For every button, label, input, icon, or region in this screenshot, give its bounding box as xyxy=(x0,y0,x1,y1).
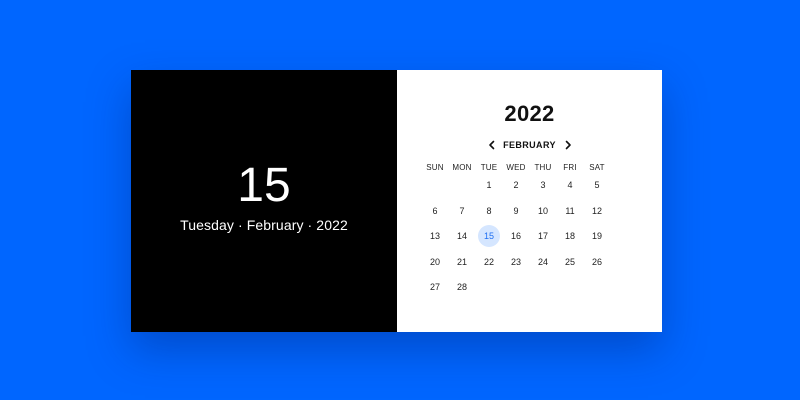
calendar-day[interactable]: 25 xyxy=(559,251,581,273)
calendar-day[interactable]: 8 xyxy=(478,200,500,222)
calendar-day[interactable]: 14 xyxy=(451,225,473,247)
calendar-day[interactable]: 28 xyxy=(451,276,473,298)
weekday-thu: THU xyxy=(534,163,552,172)
calendar-day[interactable]: 9 xyxy=(505,200,527,222)
calendar-day[interactable]: 26 xyxy=(586,251,608,273)
weekday-mon: MON xyxy=(452,163,472,172)
selected-day-number: 15 xyxy=(237,159,291,212)
calendar-day[interactable]: 23 xyxy=(505,251,527,273)
calendar-month: FEBRUARY xyxy=(503,140,556,150)
month-navigation: FEBRUARY xyxy=(397,138,662,152)
chevron-right-icon[interactable] xyxy=(561,138,575,152)
calendar-day[interactable]: 6 xyxy=(424,200,446,222)
calendar-day[interactable]: 16 xyxy=(505,225,527,247)
date-picker-card: 15 Tuesday · February · 2022 2022 FEBRUA… xyxy=(131,70,662,332)
weekday-sat: SAT xyxy=(589,163,605,172)
calendar-day[interactable]: 2 xyxy=(505,174,527,196)
calendar-day[interactable]: 12 xyxy=(586,200,608,222)
calendar-day[interactable]: 19 xyxy=(586,225,608,247)
chevron-left-icon[interactable] xyxy=(485,138,499,152)
calendar-day-selected[interactable]: 15 xyxy=(478,225,500,247)
selected-date-panel: 15 Tuesday · February · 2022 xyxy=(131,70,397,332)
calendar-day[interactable]: 24 xyxy=(532,251,554,273)
calendar-day[interactable]: 4 xyxy=(559,174,581,196)
calendar-day[interactable]: 20 xyxy=(424,251,446,273)
calendar-day[interactable]: 21 xyxy=(451,251,473,273)
calendar-day[interactable]: 10 xyxy=(532,200,554,222)
calendar-panel: 2022 FEBRUARY SUN MON TUE WED THU FRI SAT 1234… xyxy=(397,70,662,332)
calendar-day[interactable]: 18 xyxy=(559,225,581,247)
calendar-day[interactable]: 5 xyxy=(586,174,608,196)
selected-full-date: Tuesday · February · 2022 xyxy=(180,217,348,233)
calendar-day[interactable]: 13 xyxy=(424,225,446,247)
calendar-day[interactable]: 3 xyxy=(532,174,554,196)
calendar-day[interactable]: 22 xyxy=(478,251,500,273)
calendar-day[interactable]: 7 xyxy=(451,200,473,222)
calendar-year: 2022 xyxy=(504,101,555,126)
calendar-day[interactable]: 1 xyxy=(478,174,500,196)
calendar-day[interactable]: 11 xyxy=(559,200,581,222)
weekday-sun: SUN xyxy=(426,163,444,172)
calendar-day[interactable]: 27 xyxy=(424,276,446,298)
calendar-day[interactable]: 17 xyxy=(532,225,554,247)
weekday-wed: WED xyxy=(506,163,526,172)
weekday-fri: FRI xyxy=(563,163,577,172)
weekday-tue: TUE xyxy=(480,163,498,172)
